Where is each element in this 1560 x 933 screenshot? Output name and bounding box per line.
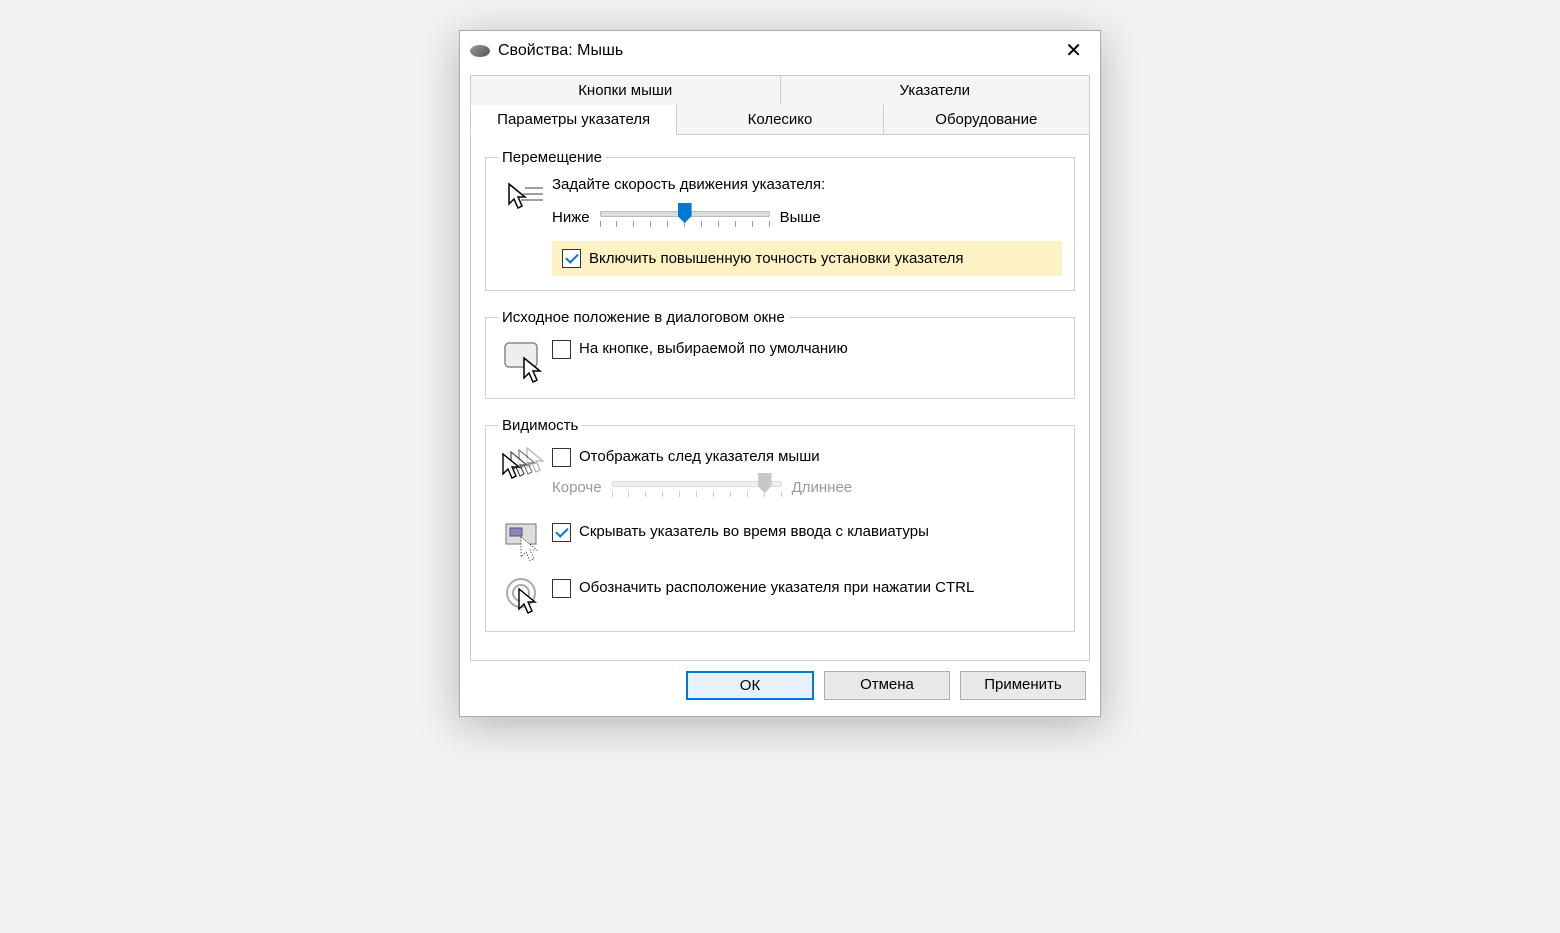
trails-high-label: Длиннее bbox=[792, 479, 853, 496]
tab-wheel[interactable]: Колесико bbox=[677, 105, 883, 135]
titlebar: Свойства: Мышь ✕ bbox=[460, 31, 1100, 69]
pointer-speed-slider[interactable] bbox=[600, 203, 770, 231]
speed-high-label: Выше bbox=[780, 209, 821, 226]
ctrl-locate-label: Обозначить расположение указателя при на… bbox=[579, 579, 974, 598]
snap-to-label: На кнопке, выбираемой по умолчанию bbox=[579, 340, 848, 359]
motion-legend: Перемещение bbox=[498, 149, 606, 166]
speed-low-label: Ниже bbox=[552, 209, 590, 226]
ok-button[interactable]: ОК bbox=[686, 671, 814, 700]
tab-hardware[interactable]: Оборудование bbox=[884, 105, 1090, 135]
mouse-properties-dialog: Свойства: Мышь ✕ Кнопки мыши Указатели П… bbox=[459, 30, 1101, 717]
trails-label: Отображать след указателя мыши bbox=[579, 448, 820, 467]
enhance-precision-checkbox[interactable] bbox=[562, 249, 581, 268]
snap-to-icon bbox=[498, 336, 552, 384]
dialog-buttons: ОК Отмена Применить bbox=[460, 671, 1100, 716]
mouse-icon bbox=[470, 45, 490, 57]
tabs-row-1: Кнопки мыши Указатели bbox=[470, 75, 1090, 105]
snap-to-checkbox[interactable] bbox=[552, 340, 571, 359]
tab-pointers[interactable]: Указатели bbox=[781, 75, 1091, 105]
trails-icon bbox=[498, 444, 552, 482]
enhance-precision-label: Включить повышенную точность установки у… bbox=[589, 250, 964, 267]
cancel-button[interactable]: Отмена bbox=[824, 671, 950, 700]
section-motion: Перемещение Задайте скорость движения ук… bbox=[485, 149, 1075, 291]
tab-content: Перемещение Задайте скорость движения ук… bbox=[470, 135, 1090, 661]
tabs-row-2: Параметры указателя Колесико Оборудовани… bbox=[470, 105, 1090, 135]
tab-mouse-buttons[interactable]: Кнопки мыши bbox=[470, 75, 781, 105]
apply-button[interactable]: Применить bbox=[960, 671, 1086, 700]
trails-checkbox[interactable] bbox=[552, 448, 571, 467]
section-snap-to: Исходное положение в диалоговом окне На … bbox=[485, 309, 1075, 399]
trails-length-slider bbox=[612, 473, 782, 501]
trails-low-label: Короче bbox=[552, 479, 602, 496]
ctrl-locate-checkbox[interactable] bbox=[552, 579, 571, 598]
ctrl-locate-icon bbox=[498, 575, 552, 617]
snap-legend: Исходное положение в диалоговом окне bbox=[498, 309, 789, 326]
motion-cursor-icon bbox=[498, 176, 552, 214]
window-title: Свойства: Мышь bbox=[498, 42, 1057, 60]
hide-typing-icon bbox=[498, 519, 552, 561]
visibility-legend: Видимость bbox=[498, 417, 582, 434]
section-visibility: Видимость Отображать след указателя мыши bbox=[485, 417, 1075, 632]
tab-pointer-options[interactable]: Параметры указателя bbox=[470, 105, 677, 135]
motion-prompt: Задайте скорость движения указателя: bbox=[552, 176, 1062, 193]
hide-typing-label: Скрывать указатель во время ввода с клав… bbox=[579, 523, 929, 542]
enhance-precision-row: Включить повышенную точность установки у… bbox=[552, 241, 1062, 276]
close-button[interactable]: ✕ bbox=[1057, 39, 1090, 63]
hide-typing-checkbox[interactable] bbox=[552, 523, 571, 542]
